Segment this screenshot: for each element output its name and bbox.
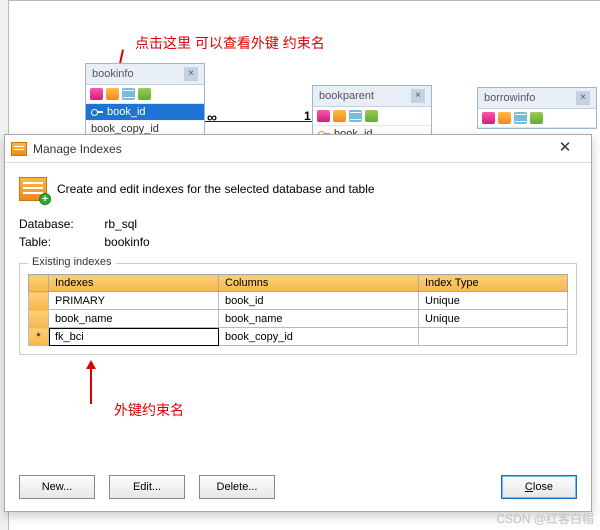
entity-toolbar-icon[interactable] [90,88,103,100]
existing-indexes-group: Existing indexes Indexes Columns Index T… [19,263,577,355]
entity-bookinfo[interactable]: bookinfo × book_id book_copy_id [85,63,205,139]
entity-toolbar [478,109,596,128]
entity-close-button[interactable]: × [411,89,425,103]
edit-button[interactable]: Edit... [109,475,185,499]
entity-title: bookinfo [92,68,134,80]
entity-close-button[interactable]: × [576,91,590,105]
cell-columns[interactable]: book_copy_id [219,328,419,346]
cell-type[interactable]: Unique [419,310,568,328]
column-name: book_id [107,106,146,118]
entity-header[interactable]: bookparent × [313,86,431,107]
manage-indexes-icon[interactable] [514,112,527,124]
cell-index-name-editing[interactable]: fk_bci [49,328,219,346]
entity-toolbar-icon[interactable] [482,112,495,124]
annotation-arrow-bottom [90,368,92,404]
cell-columns[interactable]: book_id [219,292,419,310]
delete-button[interactable]: Delete... [199,475,275,499]
dialog-title: Manage Indexes [33,142,122,156]
dialog-description: Create and edit indexes for the selected… [57,182,375,196]
table-value: bookinfo [104,235,149,249]
entity-borrowinfo[interactable]: borrowinfo × [477,87,597,129]
cell-index-name[interactable]: book_name [49,310,219,328]
plus-badge-icon: + [39,193,51,205]
entity-toolbar-icon[interactable] [138,88,151,100]
entity-toolbar-icon[interactable] [365,110,378,122]
entity-toolbar-icon[interactable] [333,110,346,122]
row-marker [29,292,49,310]
entity-toolbar [313,107,431,126]
cell-columns[interactable]: book_name [219,310,419,328]
cardinality-many: ∞ [207,109,217,125]
table-row[interactable]: book_name book_name Unique [29,310,568,328]
manage-indexes-dialog: Manage Indexes ✕ + Create and edit index… [4,134,592,512]
watermark: CSDN @红客白帽 [496,510,594,527]
database-label: Database: [19,217,101,231]
entity-toolbar-icon[interactable] [498,112,511,124]
dialog-button-row: New... Edit... Delete... Close [19,475,577,499]
entity-title: borrowinfo [484,92,535,104]
indexes-table[interactable]: Indexes Columns Index Type PRIMARY book_… [28,274,568,346]
manage-indexes-icon[interactable] [349,110,362,122]
table-row[interactable]: * fk_bci book_copy_id [29,328,568,346]
entity-toolbar-icon[interactable] [317,110,330,122]
entity-header[interactable]: borrowinfo × [478,88,596,109]
group-title: Existing indexes [28,256,116,268]
indexes-large-icon: + [19,177,47,201]
database-value: rb_sql [104,217,137,231]
table-header-row: Indexes Columns Index Type [29,275,568,292]
dialog-titlebar[interactable]: Manage Indexes ✕ [5,135,591,163]
close-icon[interactable]: ✕ [545,136,585,162]
entity-toolbar-icon[interactable] [106,88,119,100]
annotation-bottom: 外键约束名 [114,400,184,420]
cell-type[interactable] [419,328,568,346]
cell-index-name[interactable]: PRIMARY [49,292,219,310]
entity-toolbar [86,85,204,104]
new-button[interactable]: New... [19,475,95,499]
entity-toolbar-icon[interactable] [530,112,543,124]
entity-header[interactable]: bookinfo × [86,64,204,85]
manage-indexes-icon[interactable] [122,88,135,100]
close-button[interactable]: Close [501,475,577,499]
indexes-icon [11,142,27,156]
key-icon [91,107,103,117]
relationship-line [205,121,313,122]
table-label: Table: [19,235,101,249]
entity-close-button[interactable]: × [184,67,198,81]
entity-title: bookparent [319,90,374,102]
cell-type[interactable]: Unique [419,292,568,310]
col-header-type[interactable]: Index Type [419,275,568,292]
table-row[interactable]: PRIMARY book_id Unique [29,292,568,310]
col-header-columns[interactable]: Columns [219,275,419,292]
entity-column-row[interactable]: book_id [86,104,204,121]
annotation-top: 点击这里 可以查看外键 约束名 [135,33,325,53]
table-corner [29,275,49,292]
col-header-indexes[interactable]: Indexes [49,275,219,292]
row-marker [29,310,49,328]
cardinality-one: 1 [304,109,311,123]
row-marker: * [29,328,49,346]
